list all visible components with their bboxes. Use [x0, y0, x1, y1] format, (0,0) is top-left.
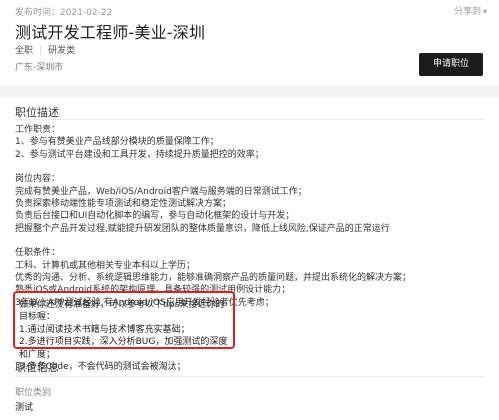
tip-item: 1.通过阅读技术书籍与技术博客充实基础； — [19, 324, 190, 335]
publish-label: 发布时间： — [15, 8, 61, 18]
category-label: 职位类别 — [15, 388, 52, 398]
section-gap — [0, 85, 499, 97]
duty-item: 1、参与有赞美业产品线部分模块的质量保障工作； — [15, 137, 219, 148]
post-item: 负责探索移动端性能专项测试和稳定性测试解决方案； — [15, 199, 232, 210]
post-item: 负责后台接口和UI自动化脚本的编写，参与自动化框架的设计与开发； — [15, 211, 295, 222]
job-location: 广东-深圳市 — [15, 63, 64, 73]
category-value: 测试 — [15, 403, 34, 413]
share-button[interactable]: 分享到 ▾ — [454, 4, 487, 17]
share-label: 分享到 — [453, 7, 481, 17]
tip-item: 2.多进行项目实践，深入分析BUG，加强测试的深度和广度； — [19, 337, 228, 360]
description-title: 职位描述 — [15, 106, 59, 119]
job-header: 发布时间：2021-02-22 分享到 ▾ 测试开发工程师-美业-深圳 全职 | 研发… — [0, 0, 499, 85]
info-title: 职位信息 — [15, 361, 59, 374]
post-item: 把握整个产品开发过程,赋能提升研发团队的整体质量意识，降低上线风险,保证产品的正… — [15, 223, 390, 234]
post-item: 完成有赞美业产品，Web/iOS/Android客户端与服务端的日常测试工作； — [15, 186, 307, 197]
apply-button[interactable]: 申请职位 — [419, 53, 483, 76]
tips-highlight-box: 如果你还没有准备好，可以参考以下tips来接近你的目标喔： 1.通过阅读技术书籍… — [13, 291, 235, 372]
tips-intro: 如果你还没有准备好，可以参考以下tips来接近你的目标喔： — [19, 300, 225, 323]
publish-info: 发布时间：2021-02-22 — [15, 5, 112, 18]
requirement-item: 优秀的沟通、分析、系统逻辑思维能力，能够准确洞察产品的质量问题，并提出系统化的解… — [15, 273, 412, 284]
tag-divider: | — [39, 46, 43, 56]
job-title: 测试开发工程师-美业-深圳 — [15, 23, 206, 42]
requirements-heading: 任职条件： — [15, 248, 61, 259]
chevron-down-icon: ▾ — [482, 7, 487, 16]
tag-category: 研发类 — [48, 46, 76, 56]
info-divider — [15, 376, 485, 377]
duty-item: 2、参与测试平台建设和工具开发，持续提升质量把控的效率； — [15, 149, 264, 160]
description-divider — [15, 119, 485, 120]
post-heading: 岗位内容： — [15, 174, 61, 185]
job-tags: 全职 | 研发类 — [15, 43, 75, 56]
job-description: 工作职责： 1、参与有赞美业产品线部分模块的质量保障工作； 2、参与测试平台建设… — [15, 124, 485, 309]
duties-heading: 工作职责： — [15, 125, 61, 135]
tag-fulltime: 全职 — [15, 46, 34, 56]
requirement-item: 工科、计算机或其他相关专业本科以上学历； — [15, 260, 196, 271]
publish-date: 2021-02-22 — [60, 8, 113, 18]
